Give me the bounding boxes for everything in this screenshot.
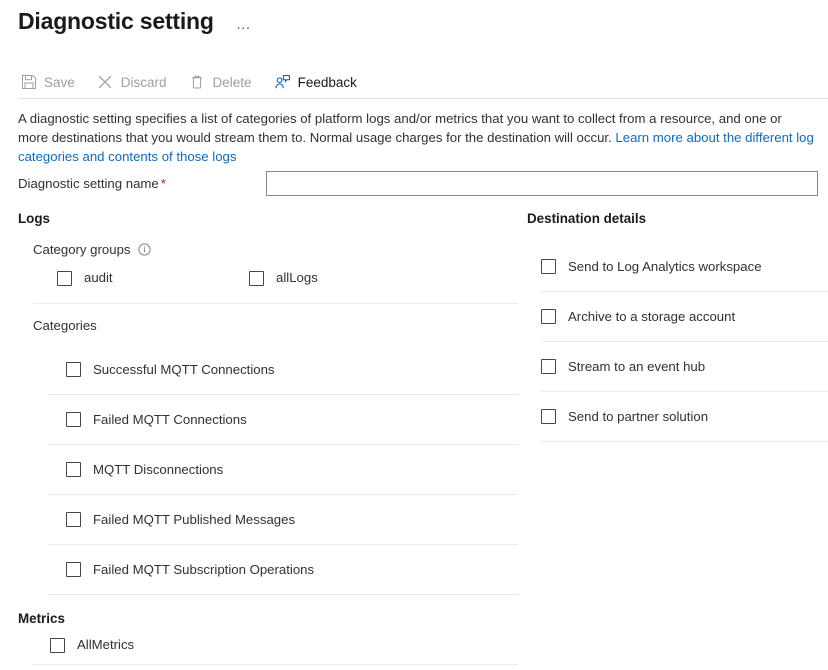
checkbox-label-send-to-log-analytics-workspace: Send to Log Analytics workspace	[568, 258, 762, 274]
checkbox-row-failed-mqtt-subscription-operations[interactable]: Failed MQTT Subscription Operations	[18, 545, 520, 594]
feedback-button[interactable]: Feedback	[272, 71, 367, 94]
checkbox-label-successful-mqtt-connections: Successful MQTT Connections	[93, 361, 275, 377]
categories-label: Categories	[33, 318, 97, 333]
checkbox-failed-mqtt-subscription-operations[interactable]	[66, 562, 81, 577]
checkbox-failed-mqtt-connections[interactable]	[66, 412, 81, 427]
discard-label: Discard	[120, 74, 167, 90]
checkbox-label-audit: audit	[84, 270, 113, 285]
page-header: Diagnostic setting …	[18, 8, 256, 35]
divider-category-5	[48, 594, 518, 595]
checkbox-label-mqtt-disconnections: MQTT Disconnections	[93, 461, 224, 477]
checkbox-mqtt-disconnections[interactable]	[66, 462, 81, 477]
trash-icon	[189, 74, 206, 91]
checkbox-label-allmetrics: AllMetrics	[77, 637, 135, 652]
delete-label: Delete	[212, 74, 252, 90]
checkbox-row-send-to-log-analytics-workspace[interactable]: Send to Log Analytics workspace	[527, 242, 828, 291]
checkbox-label-failed-mqtt-subscription-operations: Failed MQTT Subscription Operations	[93, 561, 315, 577]
checkbox-stream-to-event-hub[interactable]	[541, 359, 556, 374]
save-button[interactable]: Save	[18, 71, 85, 94]
close-icon	[97, 74, 114, 91]
more-options-button[interactable]: …	[232, 17, 257, 32]
page-title: Diagnostic setting	[18, 8, 214, 34]
logs-section: Logs Category groups audit allLogs Categ…	[18, 211, 520, 665]
diagnostic-setting-name-input[interactable]	[266, 170, 818, 196]
checkbox-row-archive-to-storage-account[interactable]: Archive to a storage account	[527, 292, 828, 341]
description-text: A diagnostic setting specifies a list of…	[18, 109, 814, 166]
discard-button[interactable]: Discard	[95, 71, 177, 94]
feedback-label: Feedback	[297, 74, 357, 90]
checkbox-row-mqtt-disconnections[interactable]: MQTT Disconnections	[18, 445, 520, 494]
checkbox-send-to-partner-solution[interactable]	[541, 409, 556, 424]
checkbox-row-failed-mqtt-connections[interactable]: Failed MQTT Connections	[18, 395, 520, 444]
checkbox-row-send-to-partner-solution[interactable]: Send to partner solution	[527, 392, 828, 441]
checkbox-failed-mqtt-published-messages[interactable]	[66, 512, 81, 527]
checkbox-label-failed-mqtt-connections: Failed MQTT Connections	[93, 411, 247, 427]
checkbox-row-alllogs[interactable]: allLogs	[249, 270, 318, 286]
name-label-text: Diagnostic setting name	[18, 175, 159, 191]
checkbox-row-allmetrics[interactable]: AllMetrics	[18, 626, 520, 664]
destination-details-section: Destination details Send to Log Analytic…	[527, 211, 828, 442]
delete-button[interactable]: Delete	[187, 71, 262, 94]
checkbox-alllogs[interactable]	[249, 270, 264, 286]
checkbox-row-audit[interactable]: audit	[57, 270, 249, 286]
required-marker: *	[160, 175, 166, 191]
category-groups-label-row: Category groups	[33, 242, 520, 257]
logs-heading: Logs	[18, 211, 50, 226]
feedback-icon	[274, 74, 291, 91]
checkbox-row-failed-mqtt-published-messages[interactable]: Failed MQTT Published Messages	[18, 495, 520, 544]
checkbox-label-archive-to-storage-account: Archive to a storage account	[568, 308, 736, 324]
info-icon[interactable]	[137, 243, 151, 256]
checkbox-successful-mqtt-connections[interactable]	[66, 362, 81, 377]
checkbox-label-alllogs: allLogs	[276, 270, 318, 285]
checkbox-row-stream-to-event-hub[interactable]: Stream to an event hub	[527, 342, 828, 391]
divider-category-groups	[33, 303, 518, 304]
category-groups-row: audit allLogs	[18, 267, 520, 289]
save-label: Save	[44, 74, 75, 90]
save-icon	[20, 74, 37, 91]
destination-details-heading: Destination details	[527, 211, 647, 226]
checkbox-allmetrics[interactable]	[50, 637, 65, 653]
checkbox-row-successful-mqtt-connections[interactable]: Successful MQTT Connections	[18, 345, 520, 394]
command-bar: Save Discard Delete Feedback	[18, 66, 828, 99]
checkbox-audit[interactable]	[57, 270, 72, 286]
metrics-heading: Metrics	[18, 611, 65, 626]
diagnostic-setting-name-label: Diagnostic setting name *	[18, 176, 266, 191]
diagnostic-setting-name-row: Diagnostic setting name *	[18, 170, 818, 196]
checkbox-archive-to-storage-account[interactable]	[541, 309, 556, 324]
checkbox-label-send-to-partner-solution: Send to partner solution	[568, 408, 709, 424]
divider-metrics	[32, 664, 518, 665]
categories-label-row: Categories	[33, 318, 520, 333]
checkbox-label-stream-to-event-hub: Stream to an event hub	[568, 358, 706, 374]
checkbox-send-to-log-analytics-workspace[interactable]	[541, 259, 556, 274]
divider-destination-4	[541, 441, 828, 442]
checkbox-label-failed-mqtt-published-messages: Failed MQTT Published Messages	[93, 511, 296, 527]
category-groups-label: Category groups	[33, 242, 131, 257]
